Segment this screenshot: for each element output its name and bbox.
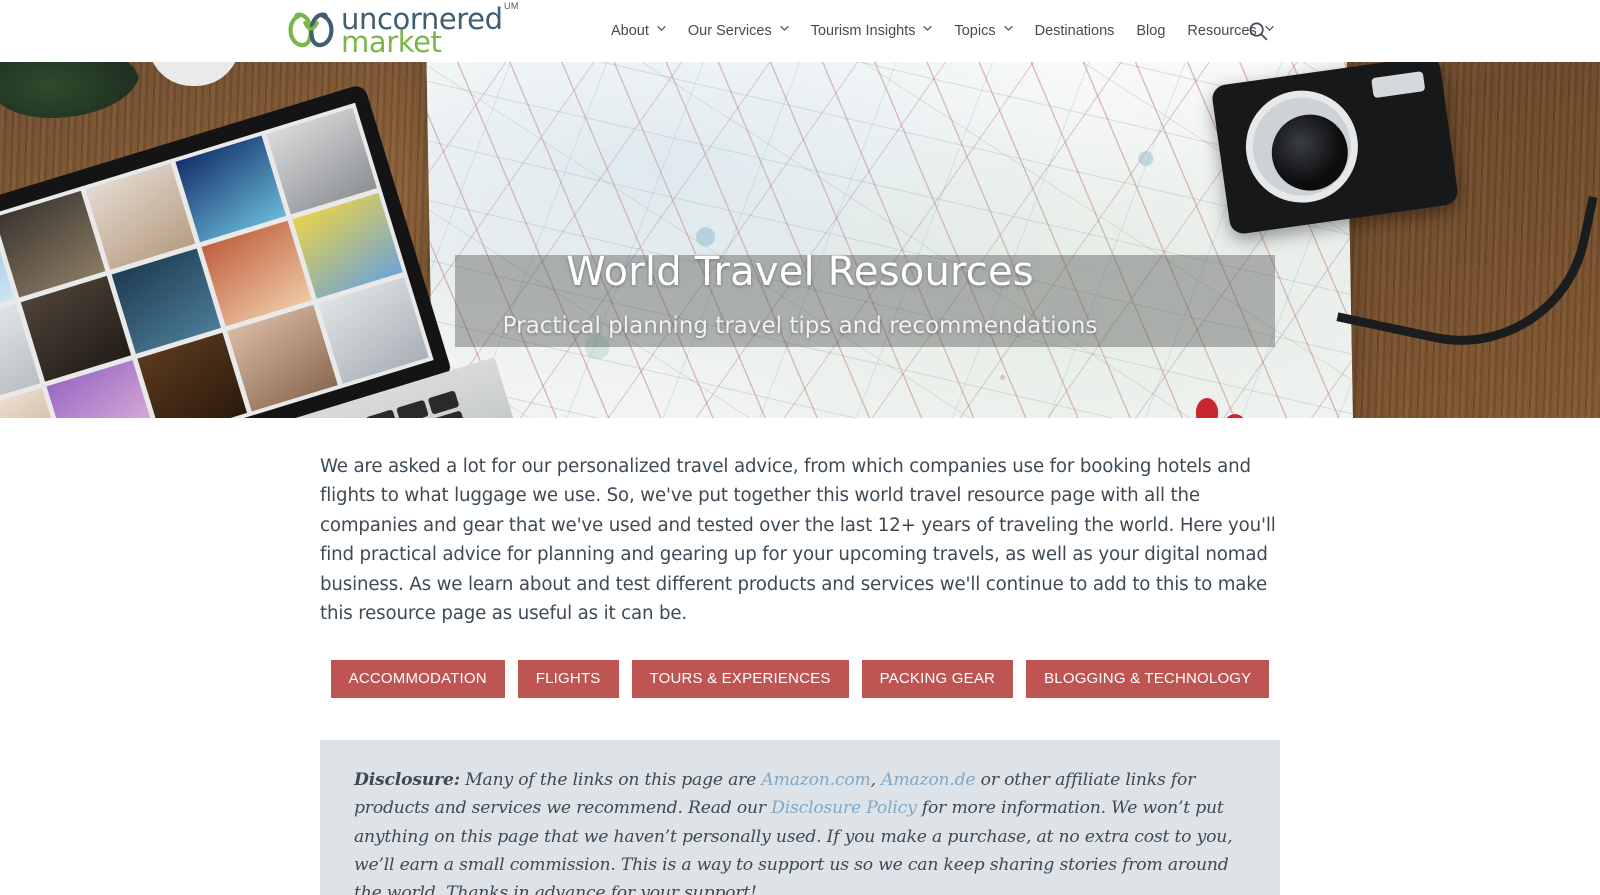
category-button-tours-experiences[interactable]: TOURS & EXPERIENCES (631, 659, 849, 699)
logo-superscript: UM (504, 0, 519, 11)
main-content: We are asked a lot for our personalized … (320, 418, 1280, 895)
nav-item-tourism-insights[interactable]: Tourism Insights (800, 0, 944, 62)
site-logo[interactable]: uncornered market UM (285, 2, 518, 56)
disclosure-text-1: Many of the links on this page are (459, 770, 762, 791)
category-button-packing-gear[interactable]: PACKING GEAR (861, 659, 1014, 699)
nav-label-topics: Topics (954, 23, 996, 39)
nav-label-our-services: Our Services (687, 23, 772, 39)
link-amazon-com[interactable]: Amazon.com (761, 770, 870, 790)
camera-top-plate (1371, 71, 1426, 99)
nav-label-resources: Resources (1187, 23, 1257, 39)
search-icon[interactable] (1248, 21, 1268, 41)
infinity-loop-logo-icon (285, 9, 337, 53)
disclosure-label: Disclosure: (354, 770, 460, 791)
category-button-row: ACCOMMODATION FLIGHTS TOURS & EXPERIENCE… (320, 659, 1280, 699)
map-pin-red (1196, 398, 1218, 418)
category-button-accommodation[interactable]: ACCOMMODATION (330, 659, 505, 699)
disclosure-text: Disclosure: Many of the links on this pa… (354, 766, 1246, 895)
intro-paragraph: We are asked a lot for our personalized … (320, 456, 1276, 625)
disclosure-comma: , (870, 770, 882, 791)
hero-banner: World Travel Resources Practical plannin… (0, 62, 1600, 418)
chevron-down-icon[interactable] (657, 25, 666, 34)
category-button-flights[interactable]: FLIGHTS (517, 659, 619, 699)
chevron-down-icon[interactable] (923, 25, 933, 34)
nav-item-resources[interactable]: Resources (1176, 0, 1284, 62)
nav-item-destinations[interactable]: Destinations (1024, 0, 1126, 62)
hero-background-photo (0, 62, 1600, 418)
disclosure-box: Disclosure: Many of the links on this pa… (320, 740, 1280, 895)
main-navigation: About Our Services Tourism Insights Topi… (600, 0, 1285, 62)
link-amazon-de[interactable]: Amazon.de (881, 770, 975, 790)
page-title: World Travel Resources (566, 249, 1034, 295)
chevron-down-icon[interactable] (1003, 25, 1013, 34)
page-subtitle: Practical planning travel tips and recom… (502, 313, 1098, 339)
nav-label-about: About (611, 23, 649, 39)
link-disclosure-policy[interactable]: Disclosure Policy (771, 798, 917, 818)
nav-item-our-services[interactable]: Our Services (677, 0, 800, 62)
nav-label-destinations: Destinations (1034, 23, 1115, 39)
nav-item-about[interactable]: About (600, 0, 677, 62)
logo-wordmark: uncornered market UM (341, 2, 518, 56)
camera-lens (1238, 83, 1366, 210)
nav-item-topics[interactable]: Topics (943, 0, 1023, 62)
category-button-blogging-technology[interactable]: BLOGGING & TECHNOLOGY (1026, 659, 1270, 699)
hero-text-block: World Travel Resources Practical plannin… (0, 247, 1600, 339)
nav-label-tourism-insights: Tourism Insights (810, 23, 916, 39)
camera-lens-glass (1266, 109, 1353, 196)
site-header: uncornered market UM About Our Services … (0, 0, 1600, 62)
nav-item-blog[interactable]: Blog (1125, 0, 1176, 62)
nav-label-blog: Blog (1136, 23, 1166, 39)
chevron-down-icon[interactable] (780, 25, 789, 34)
